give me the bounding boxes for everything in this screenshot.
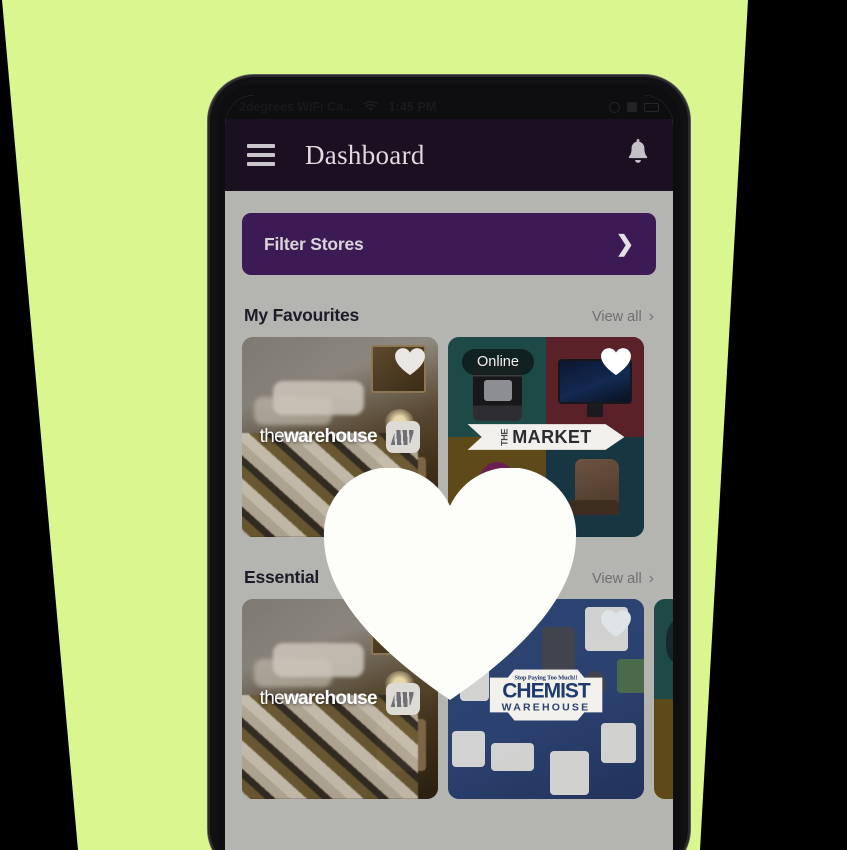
page-title: Dashboard <box>305 139 425 170</box>
logo-sub: WAREHOUSE <box>501 701 591 714</box>
logo-main: CHEMIST <box>502 679 590 703</box>
battery-icon <box>644 102 659 112</box>
essential-card-row: thewarehouse Stop Paying Too Much!! CHEM… <box>242 599 673 799</box>
heart-filled-icon[interactable] <box>395 348 425 376</box>
chevron-right-icon: › <box>648 570 654 587</box>
vibrate-icon <box>627 102 637 112</box>
store-card-the-market[interactable]: Online THE MARKET <box>448 337 644 537</box>
heart-filled-icon[interactable] <box>601 610 631 638</box>
filter-stores-label: Filter Stores <box>264 233 364 254</box>
heart-filled-icon[interactable] <box>601 348 631 376</box>
logo-prefix: the <box>259 426 285 447</box>
alarm-icon <box>609 101 620 113</box>
store-card-the-warehouse[interactable]: thewarehouse <box>242 599 438 799</box>
view-all-essential-button[interactable]: View all › <box>592 570 654 588</box>
section-header-favourites: My Favourites View all › <box>244 305 654 326</box>
store-logo-the-market: THE MARKET <box>467 424 625 450</box>
store-logo-the-warehouse: thewarehouse <box>260 421 420 453</box>
store-card-partial[interactable] <box>654 599 673 799</box>
view-all-favourites-button[interactable]: View all › <box>592 308 654 326</box>
view-all-label: View all <box>591 571 642 587</box>
decor-wall-art <box>371 607 427 655</box>
logo-main: warehouse <box>283 426 378 447</box>
decor-dryer-handle <box>455 487 494 535</box>
store-logo-text: thewarehouse <box>259 426 378 448</box>
store-logo-text: thewarehouse <box>259 688 378 710</box>
decor-product <box>549 751 590 795</box>
chevron-right-icon: ❯ <box>615 231 634 256</box>
carrier-label: 2degrees WiFi Ca... <box>239 100 354 114</box>
logo-slashes <box>391 691 415 707</box>
app-bar: Dashboard <box>225 119 673 191</box>
logo-main: MARKET <box>512 426 592 447</box>
store-logo-the-warehouse: thewarehouse <box>260 683 420 715</box>
view-all-label: View all <box>591 309 642 325</box>
bell-icon[interactable] <box>625 138 651 172</box>
section-title: Essential <box>244 567 320 587</box>
product-tile-hairdryer <box>448 437 546 537</box>
menu-line <box>247 144 275 148</box>
decor-product <box>616 659 644 693</box>
menu-line <box>247 162 275 166</box>
product-tile-boot <box>546 437 644 537</box>
phone-screen: 2degrees WiFi Ca... 1:45 PM Dashboard Fi… <box>225 95 673 850</box>
section-header-essential: Essential View all › <box>244 567 654 588</box>
online-status-badge: Online <box>462 349 534 375</box>
logo-prefix: THE <box>499 428 510 446</box>
decor-product <box>459 667 490 701</box>
decor-product <box>451 731 486 767</box>
decor-pillow <box>273 643 364 677</box>
logo-slashes <box>391 429 415 445</box>
filter-stores-banner[interactable]: Filter Stores ❯ <box>242 213 656 275</box>
menu-line <box>247 153 275 157</box>
decor-boot <box>569 459 619 515</box>
decor-hairdryer <box>455 455 530 535</box>
warehouse-mark-icon <box>385 683 420 715</box>
status-bar: 2degrees WiFi Ca... 1:45 PM <box>225 95 673 119</box>
chevron-right-icon: › <box>648 308 654 325</box>
logo-prefix: the <box>259 688 285 709</box>
decor-product <box>491 743 535 771</box>
wifi-icon <box>362 101 378 113</box>
status-bar-icons <box>609 101 659 113</box>
favourites-card-row: thewarehouse Online THE MARKET <box>242 337 656 537</box>
decor-pillow <box>273 381 364 415</box>
store-card-chemist-warehouse[interactable]: Stop Paying Too Much!! CHEMIST WAREHOUSE <box>448 599 644 799</box>
store-card-the-warehouse[interactable]: thewarehouse <box>242 337 438 537</box>
warehouse-mark-icon <box>385 421 420 453</box>
clock-label: 1:45 PM <box>388 100 437 114</box>
phone-bezel: 2degrees WiFi Ca... 1:45 PM Dashboard Fi… <box>217 84 681 850</box>
screenshot-stage: 2degrees WiFi Ca... 1:45 PM Dashboard Fi… <box>0 0 847 850</box>
logo-main: warehouse <box>283 688 378 709</box>
store-card-image-lower <box>654 699 673 799</box>
section-title: My Favourites <box>244 305 360 325</box>
hamburger-menu-icon[interactable] <box>247 144 275 166</box>
decor-product <box>600 723 637 763</box>
phone-device-frame: 2degrees WiFi Ca... 1:45 PM Dashboard Fi… <box>208 75 690 850</box>
dashboard-content: Filter Stores ❯ My Favourites View all › <box>225 191 673 799</box>
decor-product <box>542 627 576 671</box>
